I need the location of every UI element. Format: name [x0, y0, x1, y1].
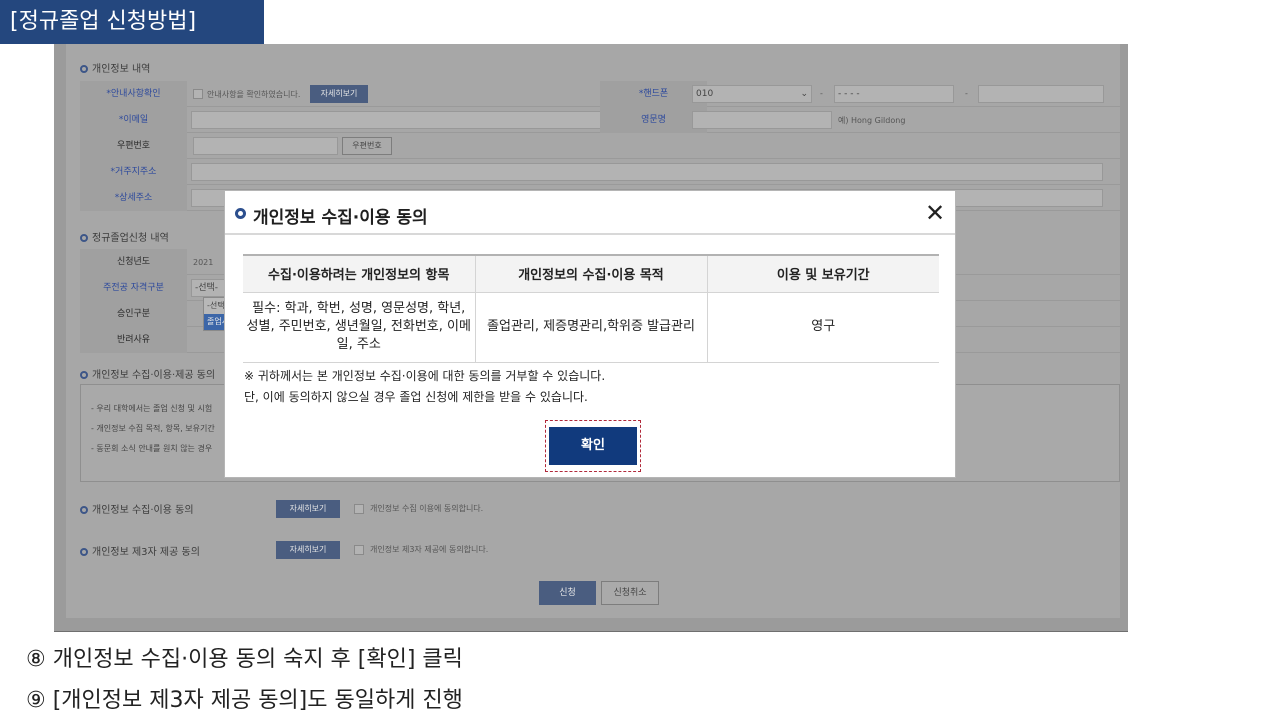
- consent-modal: 개인정보 수집·이용 동의 ✕ 수집·이용하려는 개인정보의 항목 개인정보의 …: [224, 190, 956, 478]
- confirm-highlight: 확인: [545, 420, 641, 472]
- consent-third-check-text: 개인정보 제3자 제공에 동의합니다.: [370, 545, 489, 554]
- slide-title: [정규졸업 신청방법]: [0, 0, 264, 44]
- section-apply-title: 정규졸업신청 내역: [80, 229, 169, 244]
- section-consent-title: 개인정보 수집·이용·제공 동의: [80, 366, 215, 381]
- english-name-input[interactable]: [692, 111, 832, 129]
- zip-search-button[interactable]: 우편번호: [342, 137, 392, 155]
- table-cell-purpose: 졸업관리, 제증명관리,학위증 발급관리: [474, 291, 708, 363]
- consent-third-detail-button[interactable]: 자세히보기: [276, 541, 340, 559]
- notice-detail-button[interactable]: 자세히보기: [310, 85, 368, 103]
- address-input[interactable]: [191, 163, 1103, 181]
- phone-dash-2: -: [965, 89, 968, 98]
- notice-line-3: - 동문회 소식 안내를 원치 않는 경우: [91, 444, 213, 453]
- phone-middle-value: - - - -: [838, 89, 860, 99]
- address-label: *거주지주소: [80, 159, 187, 185]
- phone-label: *핸드폰: [600, 81, 707, 107]
- phone-prefix-select[interactable]: 010 ⌄: [692, 85, 812, 103]
- phone-dash-1: -: [820, 89, 823, 98]
- screenshot-bottom-edge: [54, 631, 1128, 632]
- approval-label: 승인구분: [80, 301, 187, 327]
- form-row-address: *거주지주소: [80, 159, 1120, 185]
- caption-step-8: ⑧ 개인정보 수집·이용 동의 숙지 후 [확인] 클릭: [26, 647, 463, 672]
- english-name-example: 예) Hong Gildong: [838, 116, 906, 125]
- modal-note-1: ※ 귀하께서는 본 개인정보 수집·이용에 대한 동의를 거부할 수 있습니다.: [244, 369, 606, 383]
- close-icon[interactable]: ✕: [923, 201, 947, 225]
- consent-collect-check-text: 개인정보 수집 이용에 동의합니다.: [370, 504, 484, 513]
- consent-third-row-label: 개인정보 제3자 제공 동의: [80, 543, 200, 558]
- consent-table: 수집·이용하려는 개인정보의 항목 개인정보의 수집·이용 목적 이용 및 보유…: [243, 254, 939, 363]
- zip-input[interactable]: [193, 137, 338, 155]
- circle-bullet-icon: [80, 65, 88, 73]
- chevron-down-icon: ⌄: [800, 89, 808, 99]
- email-input[interactable]: [191, 111, 605, 129]
- consent-collect-detail-button[interactable]: 자세히보기: [276, 500, 340, 518]
- year-value: 2021: [193, 258, 214, 267]
- consent-collect-label: 개인정보 수집·이용 동의: [92, 505, 194, 516]
- major-label: 주전공 자격구분: [80, 275, 187, 301]
- year-label: 신청년도: [80, 249, 187, 275]
- table-header-row: 수집·이용하려는 개인정보의 항목 개인정보의 수집·이용 목적 이용 및 보유…: [243, 254, 939, 293]
- circle-bullet-icon: [80, 371, 88, 379]
- notice-label: *안내사항확인: [80, 81, 187, 107]
- table-header-purpose: 개인정보의 수집·이용 목적: [474, 254, 708, 293]
- phone-prefix-value: 010: [696, 89, 714, 99]
- modal-header: 개인정보 수집·이용 동의 ✕: [225, 191, 955, 235]
- section-personal-label: 개인정보 내역: [92, 64, 151, 75]
- circle-bullet-icon: [80, 506, 88, 514]
- confirm-button[interactable]: 확인: [549, 427, 637, 465]
- email-label: *이메일: [80, 107, 187, 133]
- notice-check-text: 안내사항을 확인하였습니다.: [207, 90, 301, 99]
- phone-middle-input[interactable]: - - - -: [834, 85, 954, 103]
- modal-title: 개인정보 수집·이용 동의: [253, 208, 428, 228]
- form-row-email: *이메일 영문명 예) Hong Gildong: [80, 107, 1120, 133]
- table-header-period: 이용 및 보유기간: [706, 254, 939, 293]
- zip-label: 우편번호: [80, 133, 187, 159]
- section-apply-label: 정규졸업신청 내역: [92, 233, 169, 244]
- circle-bullet-icon: [80, 548, 88, 556]
- form-row-notice: *안내사항확인 안내사항을 확인하였습니다. 자세히보기 *핸드폰 010 ⌄ -…: [80, 81, 1120, 107]
- section-personal-title: 개인정보 내역: [80, 60, 150, 75]
- phone-last-input[interactable]: [978, 85, 1104, 103]
- table-cell-items: 필수: 학과, 학번, 성명, 영문성명, 학년, 성별, 주민번호, 생년월일…: [243, 291, 476, 363]
- consent-third-checkbox[interactable]: [354, 545, 364, 555]
- notice-checkbox[interactable]: [193, 89, 203, 99]
- reject-label: 반려사유: [80, 327, 187, 353]
- apply-cancel-button[interactable]: 신청취소: [601, 581, 659, 605]
- circle-bullet-icon: [235, 208, 246, 219]
- table-header-items: 수집·이용하려는 개인정보의 항목: [243, 254, 476, 293]
- consent-collect-checkbox[interactable]: [354, 504, 364, 514]
- notice-line-2: - 개인정보 수집 목적, 항목, 보유기간: [91, 424, 215, 433]
- form-row-zip: 우편번호 우편번호: [80, 133, 1120, 159]
- english-name-label: 영문명: [600, 107, 707, 133]
- caption-step-9: ⑨ [개인정보 제3자 제공 동의]도 동일하게 진행: [26, 688, 463, 713]
- major-select-value: -선택-: [195, 283, 219, 293]
- apply-button[interactable]: 신청: [539, 581, 596, 605]
- modal-note-2: 단, 이에 동의하지 않으실 경우 졸업 신청에 제한을 받을 수 있습니다.: [244, 390, 588, 404]
- table-cell-period: 영구: [706, 291, 939, 363]
- consent-collect-row-label: 개인정보 수집·이용 동의: [80, 501, 194, 516]
- section-consent-label: 개인정보 수집·이용·제공 동의: [92, 370, 216, 381]
- consent-third-label: 개인정보 제3자 제공 동의: [92, 547, 200, 558]
- detail-address-label: *상세주소: [80, 185, 187, 211]
- table-row: 필수: 학과, 학번, 성명, 영문성명, 학년, 성별, 주민번호, 생년월일…: [243, 291, 939, 363]
- notice-line-1: - 우리 대학에서는 졸업 신청 및 시험: [91, 404, 213, 413]
- circle-bullet-icon: [80, 234, 88, 242]
